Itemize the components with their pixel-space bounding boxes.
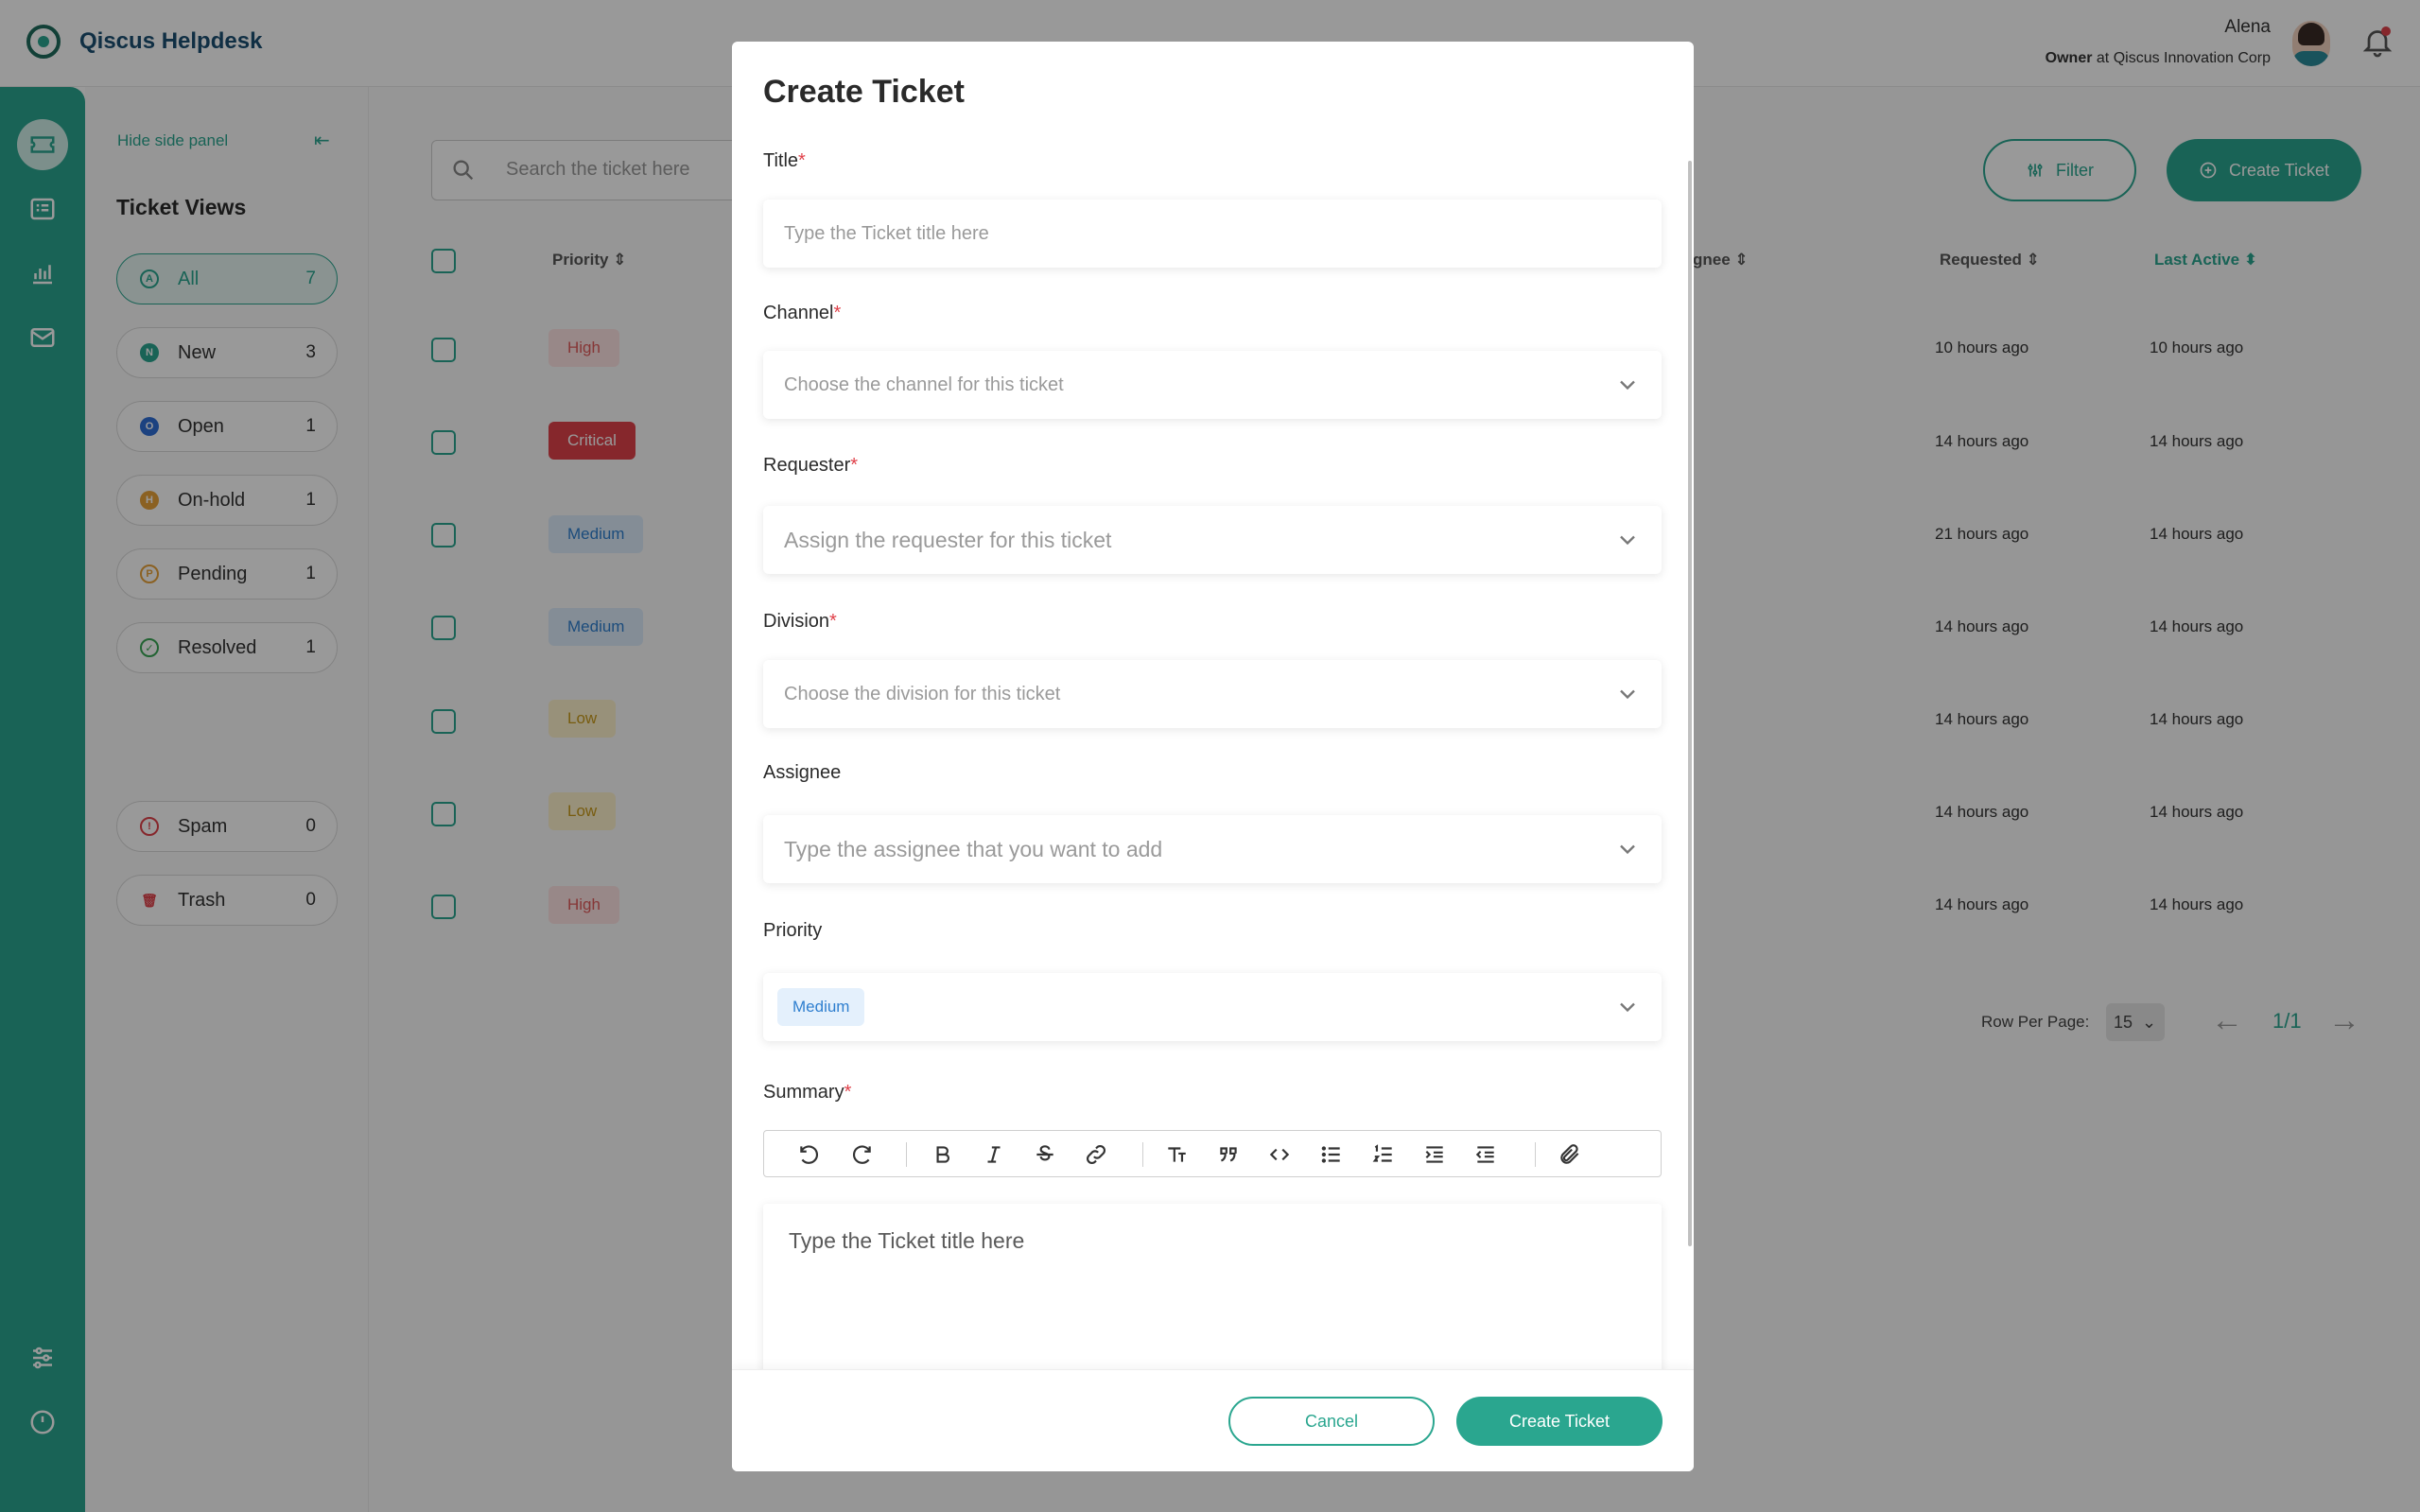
title-label: Title*: [763, 150, 806, 172]
chevron-down-icon: [1620, 689, 1635, 700]
requester-label-text: Requester: [763, 455, 851, 476]
channel-select[interactable]: Choose the channel for this ticket: [763, 351, 1662, 419]
required-mark: *: [844, 1082, 852, 1103]
paperclip-icon: [1560, 1144, 1579, 1164]
requester-select[interactable]: Assign the requester for this ticket: [763, 506, 1662, 574]
required-mark: *: [833, 303, 842, 323]
modal-title: Create Ticket: [763, 74, 965, 110]
chevron-down-icon: [1620, 1002, 1635, 1013]
required-mark: *: [829, 611, 837, 632]
bold-button[interactable]: [929, 1140, 957, 1169]
required-mark: *: [850, 455, 859, 476]
bullet-list-icon: [1321, 1146, 1340, 1163]
link-button[interactable]: [1082, 1140, 1110, 1169]
assignee-label: Assignee: [763, 762, 841, 784]
assignee-select[interactable]: Type the assignee that you want to add: [763, 815, 1662, 883]
strikethrough-button[interactable]: [1031, 1140, 1059, 1169]
requester-placeholder: Assign the requester for this ticket: [784, 527, 1112, 552]
quote-button[interactable]: [1214, 1140, 1243, 1169]
chevron-down-icon: [1620, 380, 1635, 391]
required-mark: *: [798, 150, 806, 171]
attach-button[interactable]: [1556, 1140, 1584, 1169]
channel-label-text: Channel: [763, 303, 834, 323]
division-select[interactable]: Choose the division for this ticket: [763, 660, 1662, 728]
italic-icon: [987, 1146, 1001, 1163]
cancel-button[interactable]: Cancel: [1228, 1397, 1435, 1446]
summary-label-text: Summary: [763, 1082, 844, 1103]
outdent-button[interactable]: [1471, 1140, 1500, 1169]
division-label: Division*: [763, 611, 837, 633]
create-ticket-modal: Create Ticket Title* Type the Ticket tit…: [732, 42, 1694, 1471]
division-placeholder: Choose the division for this ticket: [784, 683, 1061, 704]
toolbar-divider: [1142, 1142, 1143, 1167]
indent-button[interactable]: [1420, 1140, 1449, 1169]
priority-label: Priority: [763, 920, 822, 942]
chevron-down-icon: [1620, 535, 1635, 546]
indent-icon: [1425, 1146, 1443, 1163]
quote-icon: [1220, 1147, 1237, 1162]
priority-select[interactable]: Medium: [763, 973, 1662, 1041]
toolbar-divider: [906, 1142, 907, 1167]
channel-label: Channel*: [763, 303, 841, 324]
priority-label-text: Priority: [763, 920, 823, 941]
code-icon: [1269, 1148, 1290, 1161]
link-icon: [1087, 1145, 1106, 1164]
submit-create-ticket-button[interactable]: Create Ticket: [1456, 1397, 1663, 1446]
bold-icon: [936, 1146, 950, 1163]
numbered-list-button[interactable]: [1369, 1140, 1398, 1169]
assignee-placeholder: Type the assignee that you want to add: [784, 836, 1163, 861]
numbered-list-icon: [1372, 1144, 1392, 1162]
chevron-down-icon: [1620, 844, 1635, 855]
priority-medium-chip: Medium: [777, 988, 865, 1026]
channel-placeholder: Choose the channel for this ticket: [784, 374, 1064, 395]
redo-icon: [852, 1145, 871, 1164]
outdent-icon: [1475, 1146, 1494, 1163]
summary-editor[interactable]: Type the Ticket title here: [763, 1204, 1662, 1393]
modal-scrollbar[interactable]: [1688, 161, 1692, 1246]
requester-label: Requester*: [763, 455, 858, 477]
editor-toolbar: [763, 1130, 1662, 1177]
redo-button[interactable]: [847, 1140, 876, 1169]
undo-button[interactable]: [795, 1140, 824, 1169]
italic-button[interactable]: [980, 1140, 1008, 1169]
code-button[interactable]: [1265, 1140, 1294, 1169]
undo-icon: [800, 1145, 819, 1164]
title-field[interactable]: Type the Ticket title here: [763, 200, 1662, 268]
division-label-text: Division: [763, 611, 830, 632]
text-size-icon: [1168, 1147, 1186, 1162]
text-size-button[interactable]: [1162, 1140, 1191, 1169]
summary-placeholder: Type the Ticket title here: [789, 1228, 1025, 1253]
assignee-label-text: Assignee: [763, 762, 842, 783]
title-label-text: Title: [763, 150, 799, 171]
strikethrough-icon: [1036, 1145, 1053, 1161]
toolbar-divider: [1535, 1142, 1536, 1167]
title-placeholder: Type the Ticket title here: [784, 222, 989, 244]
summary-label: Summary*: [763, 1082, 851, 1104]
bullet-list-button[interactable]: [1317, 1140, 1346, 1169]
